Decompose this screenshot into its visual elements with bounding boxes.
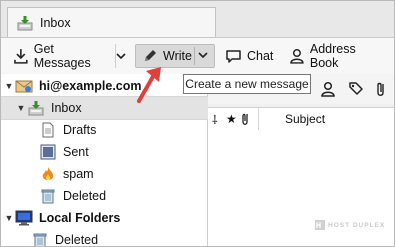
attachment-filter-icon[interactable] bbox=[374, 80, 388, 98]
download-icon bbox=[14, 49, 28, 64]
chat-label: Chat bbox=[247, 49, 274, 63]
trash-icon bbox=[31, 231, 49, 246]
attachment-column-icon[interactable] bbox=[240, 112, 258, 126]
subject-column-header[interactable]: Subject bbox=[285, 112, 325, 126]
tab-inbox[interactable]: Inbox bbox=[7, 7, 216, 38]
address-book-label: Address Book bbox=[309, 42, 356, 70]
tab-strip: Inbox bbox=[1, 1, 394, 38]
mail-account-icon bbox=[15, 77, 33, 95]
write-tooltip: Create a new message bbox=[183, 74, 311, 94]
spam-label: spam bbox=[63, 167, 94, 181]
local-deleted-label: Deleted bbox=[55, 233, 99, 247]
thunderbird-window: Inbox Get Messages Write Chat Address Bo… bbox=[0, 0, 395, 247]
column-divider[interactable] bbox=[258, 108, 259, 130]
chevron-down-icon bbox=[198, 52, 208, 59]
chevron-down-icon bbox=[116, 53, 126, 60]
inbox-icon bbox=[16, 14, 34, 32]
flame-icon bbox=[39, 165, 57, 183]
drafts-icon bbox=[39, 121, 57, 139]
write-dropdown[interactable] bbox=[197, 49, 214, 63]
get-messages-dropdown[interactable] bbox=[115, 44, 131, 68]
write-split-divider bbox=[194, 47, 195, 65]
watermark-logo: HOST DUPLEX bbox=[315, 217, 391, 233]
chevron-down-icon[interactable]: ▼ bbox=[15, 103, 27, 113]
contact-filter-icon[interactable] bbox=[320, 80, 336, 98]
folder-local-folders[interactable]: ▼ Local Folders bbox=[1, 207, 209, 229]
inbox-label: Inbox bbox=[51, 101, 82, 115]
get-messages-button[interactable]: Get Messages bbox=[13, 42, 113, 70]
folder-pane: ▼ hi@example.com ▼ Inbox Drafts Sent spa… bbox=[1, 74, 209, 246]
tag-icon[interactable] bbox=[348, 80, 364, 98]
inbox-icon bbox=[27, 99, 45, 117]
trash-icon bbox=[39, 187, 57, 205]
thread-column-icon[interactable]: ⸸ bbox=[212, 111, 226, 128]
chevron-down-icon[interactable]: ▼ bbox=[3, 81, 15, 91]
folder-inbox[interactable]: ▼ Inbox bbox=[1, 96, 209, 120]
watermark-text: HOST DUPLEX bbox=[328, 221, 386, 229]
get-messages-label: Get Messages bbox=[33, 42, 91, 70]
drafts-label: Drafts bbox=[63, 123, 97, 137]
computer-icon bbox=[15, 209, 33, 227]
person-icon bbox=[290, 49, 304, 64]
message-list-header: ⸸ ★ Subject bbox=[208, 107, 394, 131]
watermark-logo-icon bbox=[315, 220, 325, 230]
chat-button[interactable]: Chat bbox=[223, 44, 283, 68]
pencil-icon bbox=[145, 50, 156, 61]
address-book-button[interactable]: Address Book bbox=[287, 42, 387, 70]
star-icon[interactable]: ★ bbox=[226, 112, 240, 126]
main-toolbar: Get Messages Write Chat Address Book bbox=[1, 37, 394, 75]
sent-icon bbox=[39, 143, 57, 161]
tab-label: Inbox bbox=[40, 16, 71, 30]
account-label: hi@example.com bbox=[39, 79, 142, 93]
chat-icon bbox=[226, 49, 241, 63]
folder-local-deleted[interactable]: Deleted bbox=[1, 229, 237, 247]
local-folders-label: Local Folders bbox=[39, 211, 121, 225]
deleted-label: Deleted bbox=[63, 189, 107, 203]
write-label: Write bbox=[163, 49, 192, 63]
folder-account[interactable]: ▼ hi@example.com bbox=[1, 75, 209, 97]
sent-label: Sent bbox=[63, 145, 89, 159]
chevron-down-icon[interactable]: ▼ bbox=[3, 213, 15, 223]
annotation-arrow-icon bbox=[137, 67, 161, 103]
